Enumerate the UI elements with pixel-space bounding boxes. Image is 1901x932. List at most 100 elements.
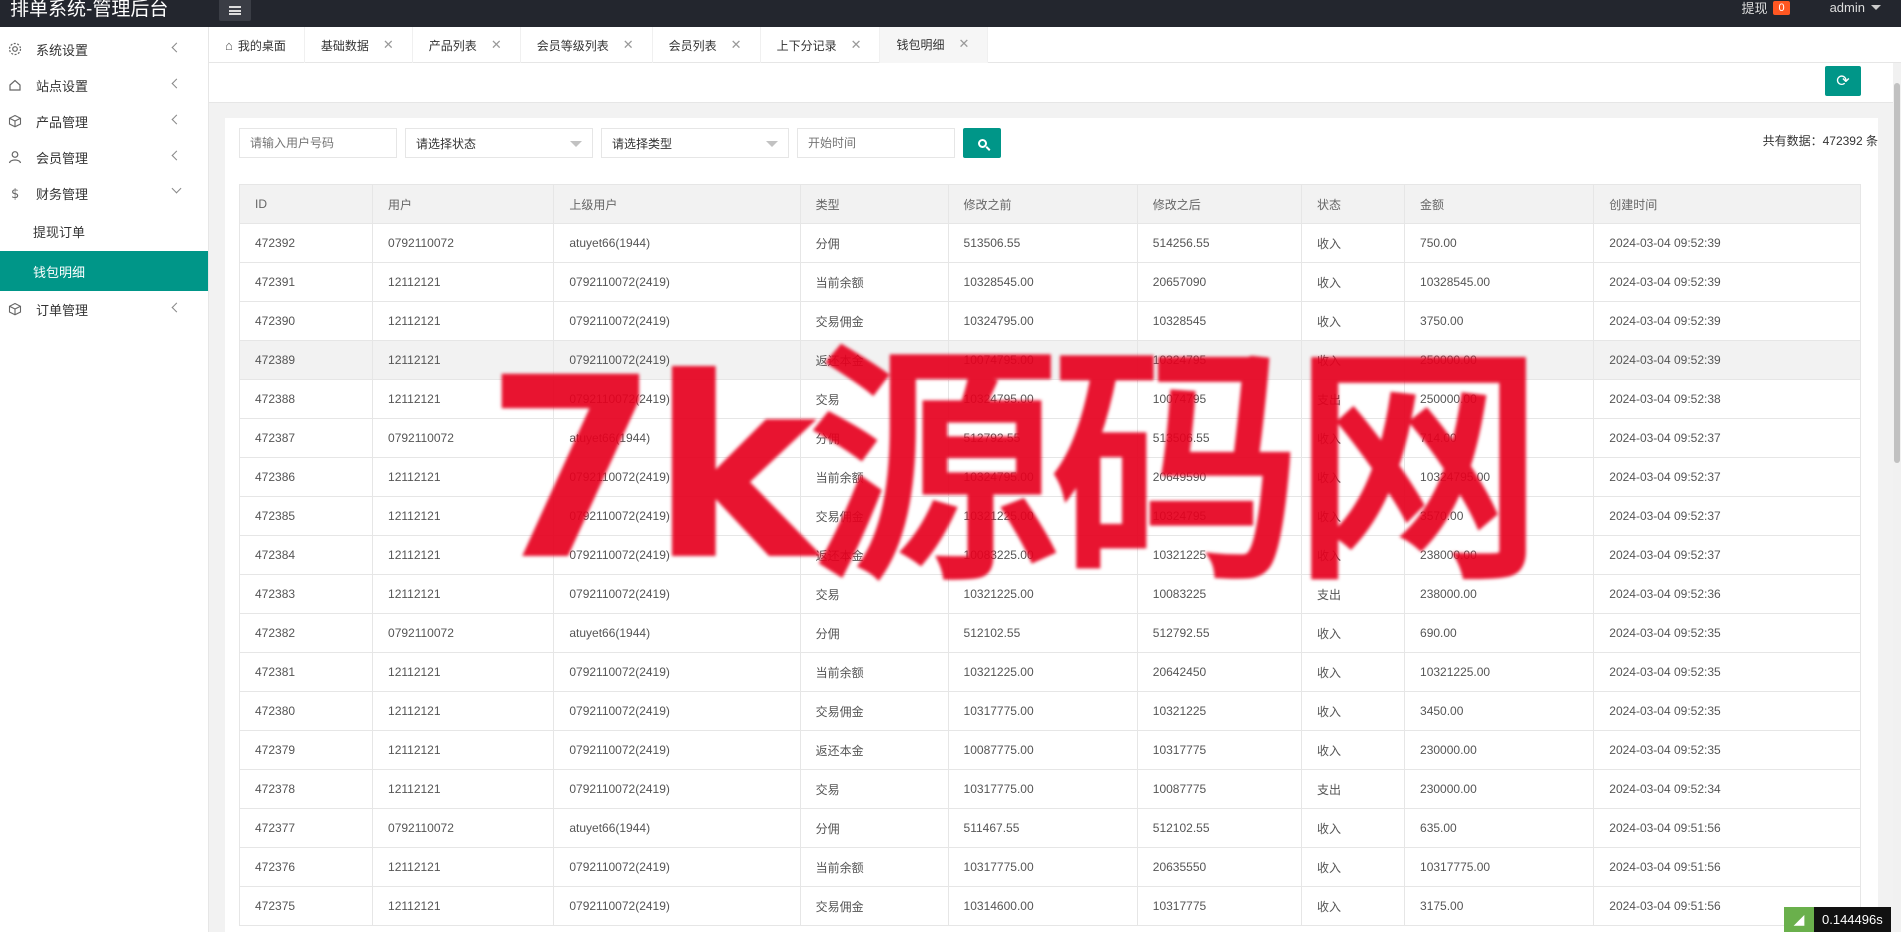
table-cell: atuyet66(1944): [553, 808, 801, 848]
tab-desktop[interactable]: ⌂ 我的桌面: [209, 27, 305, 63]
page-scrollbar[interactable]: [1893, 63, 1901, 932]
table-cell: 10317775: [1136, 730, 1303, 770]
username: admin: [1829, 0, 1865, 15]
box-icon: [8, 114, 22, 128]
type-select[interactable]: 请选择类型: [601, 128, 789, 158]
box-icon: [8, 302, 22, 316]
start-time-input[interactable]: [797, 128, 955, 158]
table-cell: 交易佣金: [799, 886, 949, 926]
table-cell: 750.00: [1404, 223, 1595, 263]
table-cell: 当前余额: [799, 262, 949, 302]
table-cell: 支出: [1301, 769, 1406, 809]
header-right: 提现 0 admin: [1741, 0, 1881, 17]
svg-text:$: $: [11, 187, 19, 200]
scrollbar-thumb[interactable]: [1894, 83, 1900, 463]
refresh-button[interactable]: ⟳: [1825, 66, 1861, 96]
withdraw-notice[interactable]: 提现 0: [1741, 0, 1790, 17]
sidebar-item-site-settings[interactable]: 站点设置: [0, 67, 208, 103]
sidebar-item-system-settings[interactable]: 系统设置: [0, 31, 208, 67]
sidebar-item-member-management[interactable]: 会员管理: [0, 139, 208, 175]
table-cell: 10324795: [1136, 496, 1303, 536]
menu-toggle-button[interactable]: [219, 0, 251, 21]
sidebar-subitem-withdraw-orders[interactable]: 提现订单: [0, 211, 208, 251]
table-cell: 12112121: [372, 457, 555, 497]
table-row: 472387 0792110072 atuyet66(1944) 分佣 512792.5…: [238, 418, 1861, 458]
table-row: 472390 12112121 0792110072(2419) 交易佣金 103247…: [238, 301, 1861, 341]
close-icon[interactable]: ✕: [623, 37, 634, 53]
close-icon[interactable]: ✕: [491, 37, 502, 53]
user-number-input[interactable]: [239, 128, 397, 158]
table-body: 472392 0792110072 atuyet66(1944) 分佣 513506.5…: [238, 223, 1861, 926]
table-cell: 12112121: [372, 340, 555, 380]
sidebar-item-finance-management[interactable]: $ 财务管理: [0, 175, 208, 211]
table-cell: 250000.00: [1404, 340, 1595, 380]
table-cell: 0792110072(2419): [553, 847, 801, 887]
table-cell: 0792110072(2419): [553, 262, 801, 302]
close-icon[interactable]: ✕: [383, 37, 394, 53]
table-cell: 当前余额: [799, 652, 949, 692]
table-cell: 分佣: [799, 808, 949, 848]
dollar-icon: $: [8, 186, 22, 200]
table-cell: 230000.00: [1404, 730, 1595, 770]
table-cell: 10321225.00: [947, 496, 1138, 536]
sidebar-subitem-wallet-details[interactable]: 钱包明细: [0, 251, 208, 291]
table-cell: 当前余额: [799, 457, 949, 497]
page-timer: ◢ 0.144496s: [1784, 907, 1891, 932]
user-menu[interactable]: admin: [1830, 0, 1881, 15]
table-cell: 2024-03-04 09:52:35: [1593, 652, 1861, 692]
close-icon[interactable]: ✕: [959, 36, 970, 52]
tab-member-list[interactable]: 会员列表 ✕: [653, 27, 761, 63]
withdraw-label: 提现: [1741, 1, 1768, 16]
table-cell: 230000.00: [1404, 769, 1595, 809]
table-cell: 2024-03-04 09:52:38: [1593, 379, 1861, 419]
table-cell: 0792110072: [372, 418, 555, 458]
tab-member-level-list[interactable]: 会员等级列表 ✕: [521, 27, 653, 63]
sidebar-item-label: 财务管理: [36, 186, 89, 202]
table-cell: 收入: [1301, 847, 1406, 887]
table-cell: 20635550: [1136, 847, 1303, 887]
table-cell: 513506.55: [1136, 418, 1303, 458]
close-icon[interactable]: ✕: [851, 37, 862, 53]
table-cell: 收入: [1301, 613, 1406, 653]
sidebar-item-product-management[interactable]: 产品管理: [0, 103, 208, 139]
tab-points-records[interactable]: 上下分记录 ✕: [761, 27, 881, 63]
close-icon[interactable]: ✕: [731, 37, 742, 53]
chevron-left-icon: [171, 150, 182, 161]
table-cell: 0792110072(2419): [553, 496, 801, 536]
status-select[interactable]: 请选择状态: [405, 128, 593, 158]
sidebar-item-order-management[interactable]: 订单管理: [0, 291, 208, 327]
table-cell: 512102.55: [1136, 808, 1303, 848]
column-header: 创建时间: [1593, 184, 1861, 224]
table-cell: 472391: [238, 262, 374, 302]
table-row: 472384 12112121 0792110072(2419) 返还本金 100832…: [238, 535, 1861, 575]
tab-bar: ⌂ 我的桌面 基础数据 ✕ 产品列表 ✕ 会员等级列表 ✕ 会员列表 ✕ 上下分…: [209, 27, 1901, 63]
table-cell: 交易佣金: [799, 301, 949, 341]
sidebar-item-label: 钱包明细: [33, 264, 86, 280]
table-header-row: ID 用户 上级用户 类型 修改之前 修改之后 状态 金额 创建时间: [238, 184, 1861, 224]
table-cell: 12112121: [372, 730, 555, 770]
tab-label: 会员列表: [668, 38, 717, 53]
tab-basic-data[interactable]: 基础数据 ✕: [305, 27, 413, 63]
house-icon: [8, 78, 22, 92]
tab-label: 基础数据: [320, 38, 369, 53]
table-cell: 0792110072(2419): [553, 574, 801, 614]
table-row: 472378 12112121 0792110072(2419) 交易 10317775…: [238, 769, 1861, 809]
table-row: 472375 12112121 0792110072(2419) 交易佣金 103146…: [238, 886, 1861, 926]
sidebar-item-label: 产品管理: [36, 114, 89, 130]
column-header: 类型: [799, 184, 949, 224]
table-cell: 支出: [1301, 574, 1406, 614]
hamburger-icon: [229, 6, 241, 15]
tab-label: 钱包明细: [896, 37, 945, 52]
table-cell: 512792.55: [947, 418, 1138, 458]
table-cell: 10317775.00: [947, 691, 1138, 731]
search-icon: [977, 138, 987, 148]
tab-wallet-details[interactable]: 钱包明细 ✕: [880, 27, 989, 63]
sidebar-item-label: 系统设置: [36, 42, 89, 58]
table-cell: 分佣: [799, 223, 949, 263]
table-cell: 10314600.00: [947, 886, 1138, 926]
search-button[interactable]: [963, 128, 1001, 158]
table-cell: 2024-03-04 09:52:37: [1593, 457, 1861, 497]
tab-product-list[interactable]: 产品列表 ✕: [413, 27, 521, 63]
table-cell: 512102.55: [947, 613, 1138, 653]
table-cell: 收入: [1301, 535, 1406, 575]
